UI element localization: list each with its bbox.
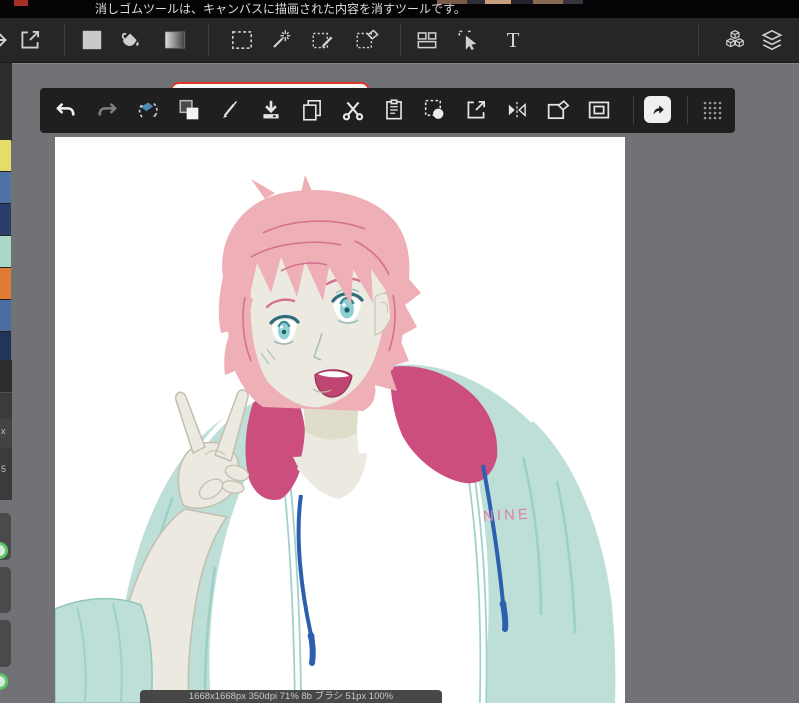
cut-icon[interactable] <box>339 96 367 124</box>
gradient-icon[interactable] <box>162 27 188 53</box>
paint-bucket-icon[interactable] <box>116 27 142 53</box>
color-swatch[interactable] <box>0 236 11 268</box>
paste-icon[interactable] <box>380 96 408 124</box>
transform-eraser-icon[interactable] <box>134 96 162 124</box>
toolbar-separator <box>687 96 688 124</box>
status-bar: 1668x1668px 350dpi 71% 8b ブラシ 51px 100% <box>140 690 442 703</box>
color-swatch[interactable] <box>0 204 11 236</box>
toolbar-separator <box>698 24 699 56</box>
eraser-deselect-icon[interactable] <box>354 27 380 53</box>
select-crop-icon[interactable] <box>421 96 449 124</box>
tooltip-bar: 消しゴムツールは、キャンバスに描画された内容を消すツールです。 <box>0 0 799 18</box>
side-panel-section <box>0 392 12 419</box>
toolbar-separator <box>64 24 65 56</box>
color-swatch[interactable] <box>0 300 11 332</box>
clear-icon[interactable] <box>544 96 572 124</box>
background-app-fragment-red <box>14 0 28 6</box>
background-image-fragment <box>467 0 485 4</box>
side-panel-row: x <box>0 418 12 448</box>
toolbar-separator <box>208 24 209 56</box>
toolbar-separator <box>400 24 401 56</box>
record-indicator-icon[interactable] <box>0 673 8 690</box>
hair-spike <box>301 175 313 193</box>
palette-panel-footer <box>0 360 12 392</box>
side-panel-label: x <box>1 426 6 436</box>
fill-square-icon[interactable] <box>79 27 105 53</box>
picture-in-picture-icon[interactable] <box>585 96 613 124</box>
cursor-select-icon[interactable] <box>455 27 481 53</box>
toolbar-separator <box>633 96 634 124</box>
color-swatch[interactable] <box>0 140 11 172</box>
layers-icon[interactable] <box>759 27 785 53</box>
background-image-fragment <box>511 0 533 4</box>
jacket-logo-text: NINE <box>483 506 532 525</box>
side-panel-label: 5 <box>1 464 7 474</box>
3d-cubes-icon[interactable] <box>722 27 748 53</box>
pen-select-icon[interactable] <box>310 27 336 53</box>
tool-tooltip-text: 消しゴムツールは、キャンバスに描画された内容を消すツールです。 <box>95 2 466 16</box>
share-icon[interactable] <box>644 96 671 123</box>
import-icon[interactable] <box>257 96 285 124</box>
side-panel-row: 5 <box>0 448 12 500</box>
background-image-fragment <box>563 0 583 4</box>
drag-dots-icon[interactable] <box>698 96 726 124</box>
export-icon[interactable] <box>462 96 490 124</box>
redo-icon[interactable] <box>93 96 121 124</box>
tshirt <box>294 462 481 703</box>
main-toolbar: T <box>0 18 799 63</box>
text-tool-icon[interactable]: T <box>500 27 526 53</box>
left-panel-strip: x 5 <box>0 62 12 703</box>
hair-spike <box>251 179 275 199</box>
color-swatch[interactable] <box>0 172 11 204</box>
rect-select-icon[interactable] <box>229 27 255 53</box>
paint-app-window: 消しゴムツールは、キャンバスに描画された内容を消すツールです。 T x 5 NI… <box>0 0 799 703</box>
sleeve-cuff <box>55 597 153 703</box>
flip-horizontal-icon[interactable] <box>503 96 531 124</box>
arrow-right-icon[interactable] <box>0 27 12 53</box>
background-image-fragment <box>485 0 511 4</box>
hood-lining-left <box>245 395 306 501</box>
status-bar-text: 1668x1668px 350dpi 71% 8b ブラシ 51px 100% <box>188 691 394 702</box>
text-tool-label: T <box>506 28 520 52</box>
floating-toolbar <box>40 88 735 133</box>
color-swatch[interactable] <box>0 268 11 300</box>
undo-icon[interactable] <box>52 96 80 124</box>
pen-icon[interactable] <box>216 96 244 124</box>
side-panel-button[interactable] <box>0 567 11 613</box>
canvas-artwork[interactable]: NINE <box>55 137 625 703</box>
background-image-fragment <box>533 0 563 4</box>
swap-colors-icon[interactable] <box>175 96 203 124</box>
magic-wand-icon[interactable] <box>268 27 294 53</box>
palette-panel-header <box>0 62 12 141</box>
panel-layout-icon[interactable] <box>414 27 440 53</box>
copy-icon[interactable] <box>298 96 326 124</box>
drawing-canvas[interactable]: NINE <box>55 137 625 703</box>
side-panel-button[interactable] <box>0 620 11 667</box>
export-icon[interactable] <box>17 27 43 53</box>
